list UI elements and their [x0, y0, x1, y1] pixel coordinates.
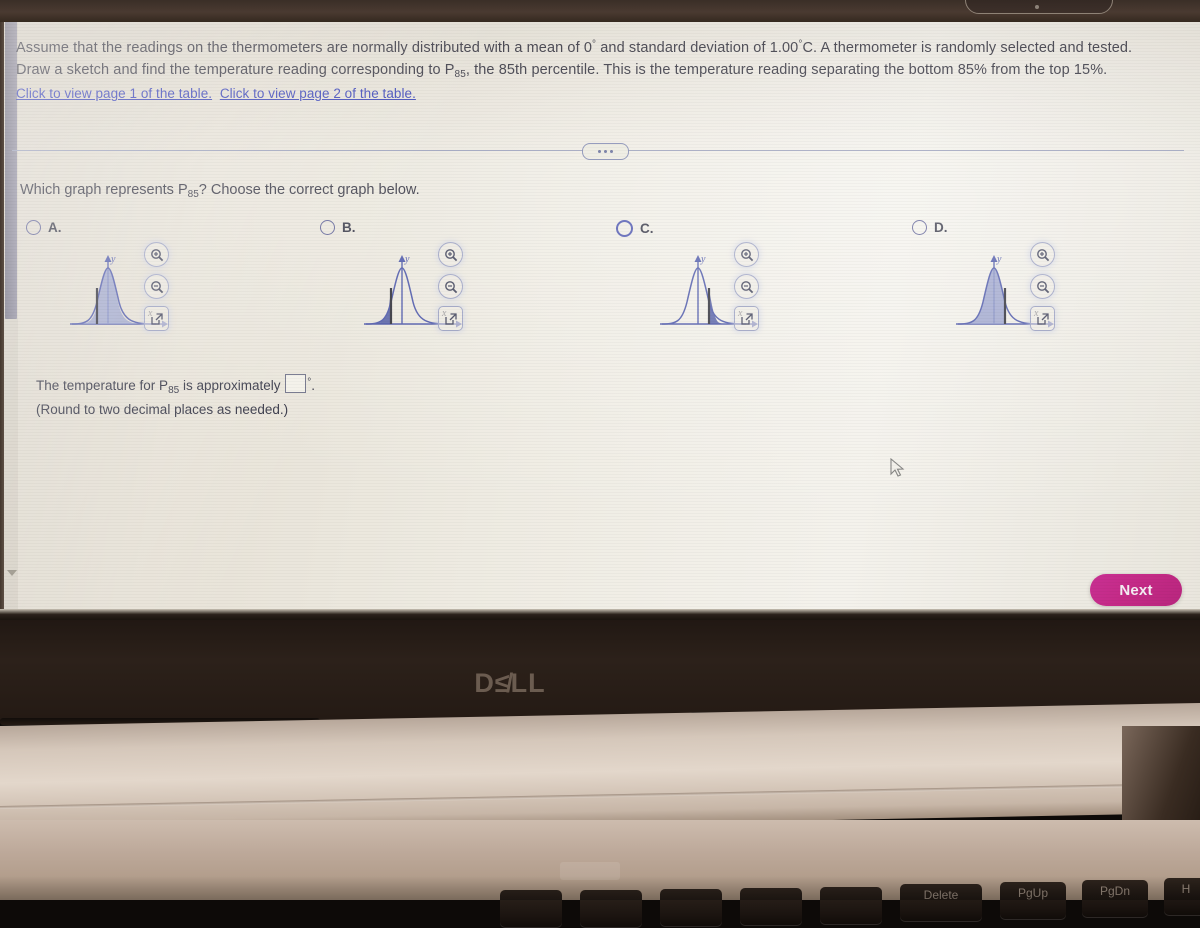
- option-a-header[interactable]: A.: [26, 220, 62, 235]
- prompt-subscript: 85: [187, 189, 199, 200]
- ellipsis-dot-1: [598, 150, 601, 153]
- zoom-out-icon[interactable]: [438, 274, 463, 299]
- keyboard-key-generic-3[interactable]: [660, 889, 722, 927]
- answer-period: .: [311, 378, 315, 393]
- option-c-label: C.: [640, 221, 654, 236]
- answer-input[interactable]: [285, 374, 307, 393]
- scroll-down-caret-icon[interactable]: [7, 570, 17, 576]
- problem-statement: Assume that the readings on the thermome…: [16, 37, 1161, 83]
- dell-brand-logo: D≰LL: [474, 667, 546, 698]
- option-b-graph-area: y x: [320, 242, 500, 346]
- zoom-out-icon[interactable]: [734, 274, 759, 299]
- keyboard-key-generic-1[interactable]: [500, 890, 562, 928]
- ellipsis-dot-3: [610, 150, 613, 153]
- option-c-header[interactable]: C.: [616, 220, 654, 237]
- keyboard-key-h[interactable]: H: [1164, 878, 1200, 916]
- option-c[interactable]: C. y x: [616, 220, 759, 331]
- statistics-homework-app: Assume that the readings on the thermome…: [4, 22, 1200, 616]
- laptop-palm-rest: [0, 702, 1200, 836]
- keyboard-key-pgup[interactable]: PgUp: [1000, 882, 1066, 920]
- option-b-tools: [438, 242, 463, 331]
- problem-sentence-part-1: Assume that the readings on the thermome…: [16, 40, 592, 56]
- keyboard-key-generic-2[interactable]: [580, 890, 642, 928]
- option-d-tools: [1030, 242, 1055, 331]
- axis-label-y-a: y: [110, 254, 116, 265]
- vertical-scrollbar[interactable]: [4, 22, 18, 616]
- prompt-post: ? Choose the correct graph below.: [198, 182, 420, 198]
- answer-pre: The temperature for P: [36, 378, 169, 393]
- option-d-label: D.: [934, 220, 948, 235]
- mouse-cursor-icon: [890, 458, 905, 477]
- axis-label-y-c: y: [700, 254, 706, 265]
- open-popout-icon[interactable]: [144, 306, 169, 331]
- option-c-tools: [734, 242, 759, 331]
- prompt-pre: Which graph represents P: [20, 182, 188, 198]
- radio-option-a[interactable]: [26, 220, 41, 235]
- answer-mid: is approximately: [179, 378, 285, 393]
- keyboard-key-pgdn[interactable]: PgDn: [1082, 880, 1148, 918]
- axis-label-y-b: y: [404, 254, 410, 265]
- laptop-hinge-strip: [0, 620, 1200, 720]
- keyboard-key-generic-4[interactable]: [740, 888, 802, 926]
- problem-sentence-part-4: , the 85th percentile. This is the tempe…: [465, 62, 1108, 79]
- option-a[interactable]: A. y x: [26, 220, 169, 331]
- next-button[interactable]: Next: [1090, 574, 1182, 606]
- axis-label-y-d: y: [996, 254, 1002, 265]
- laptop-photo-scene: Assume that the readings on the thermome…: [0, 0, 1200, 928]
- zoom-in-icon[interactable]: [144, 242, 169, 267]
- zoom-out-icon[interactable]: [1030, 274, 1055, 299]
- option-b-header[interactable]: B.: [320, 220, 356, 235]
- option-d[interactable]: D. y x: [912, 220, 1055, 331]
- webcam-lens-icon: [1035, 5, 1039, 9]
- table-page-2-link[interactable]: Click to view page 2 of the table.: [220, 86, 416, 101]
- table-links-row: Click to view page 1 of the table. Click…: [16, 86, 420, 101]
- answer-block: The temperature for P85 is approximately…: [36, 374, 315, 422]
- option-b[interactable]: B. y x: [320, 220, 463, 331]
- webcam-housing: [965, 0, 1113, 14]
- open-popout-icon[interactable]: [1030, 306, 1055, 331]
- option-a-graph-area: y x: [26, 242, 206, 346]
- keyboard-key-generic-5[interactable]: [820, 887, 882, 925]
- open-popout-icon[interactable]: [734, 306, 759, 331]
- ellipsis-dot-2: [604, 150, 607, 153]
- option-d-graph-area: y x: [912, 242, 1092, 346]
- keyboard-key-delete[interactable]: Delete: [900, 884, 982, 922]
- question-prompt: Which graph represents P85? Choose the c…: [20, 182, 420, 200]
- option-c-graph-area: y x: [616, 242, 796, 346]
- radio-option-d[interactable]: [912, 220, 927, 235]
- option-a-tools: [144, 242, 169, 331]
- laptop-screen: Assume that the readings on the thermome…: [4, 22, 1200, 616]
- radio-option-b[interactable]: [320, 220, 335, 235]
- divider-ellipsis-button[interactable]: [582, 143, 629, 160]
- zoom-in-icon[interactable]: [734, 242, 759, 267]
- option-d-header[interactable]: D.: [912, 220, 948, 235]
- answer-subscript: 85: [168, 385, 180, 396]
- percentile-subscript: 85: [454, 69, 466, 81]
- zoom-in-icon[interactable]: [438, 242, 463, 267]
- trackpad-edge: [560, 862, 620, 880]
- option-a-label: A.: [48, 220, 62, 235]
- radio-option-c[interactable]: [616, 220, 633, 237]
- answer-line: The temperature for P85 is approximately…: [36, 374, 315, 399]
- open-popout-icon[interactable]: [438, 306, 463, 331]
- table-page-1-link[interactable]: Click to view page 1 of the table.: [16, 86, 212, 101]
- option-b-label: B.: [342, 220, 356, 235]
- rounding-hint: (Round to two decimal places as needed.): [36, 402, 289, 417]
- zoom-in-icon[interactable]: [1030, 242, 1055, 267]
- zoom-out-icon[interactable]: [144, 274, 169, 299]
- problem-sentence-part-2: and standard deviation of 1.00: [596, 40, 799, 56]
